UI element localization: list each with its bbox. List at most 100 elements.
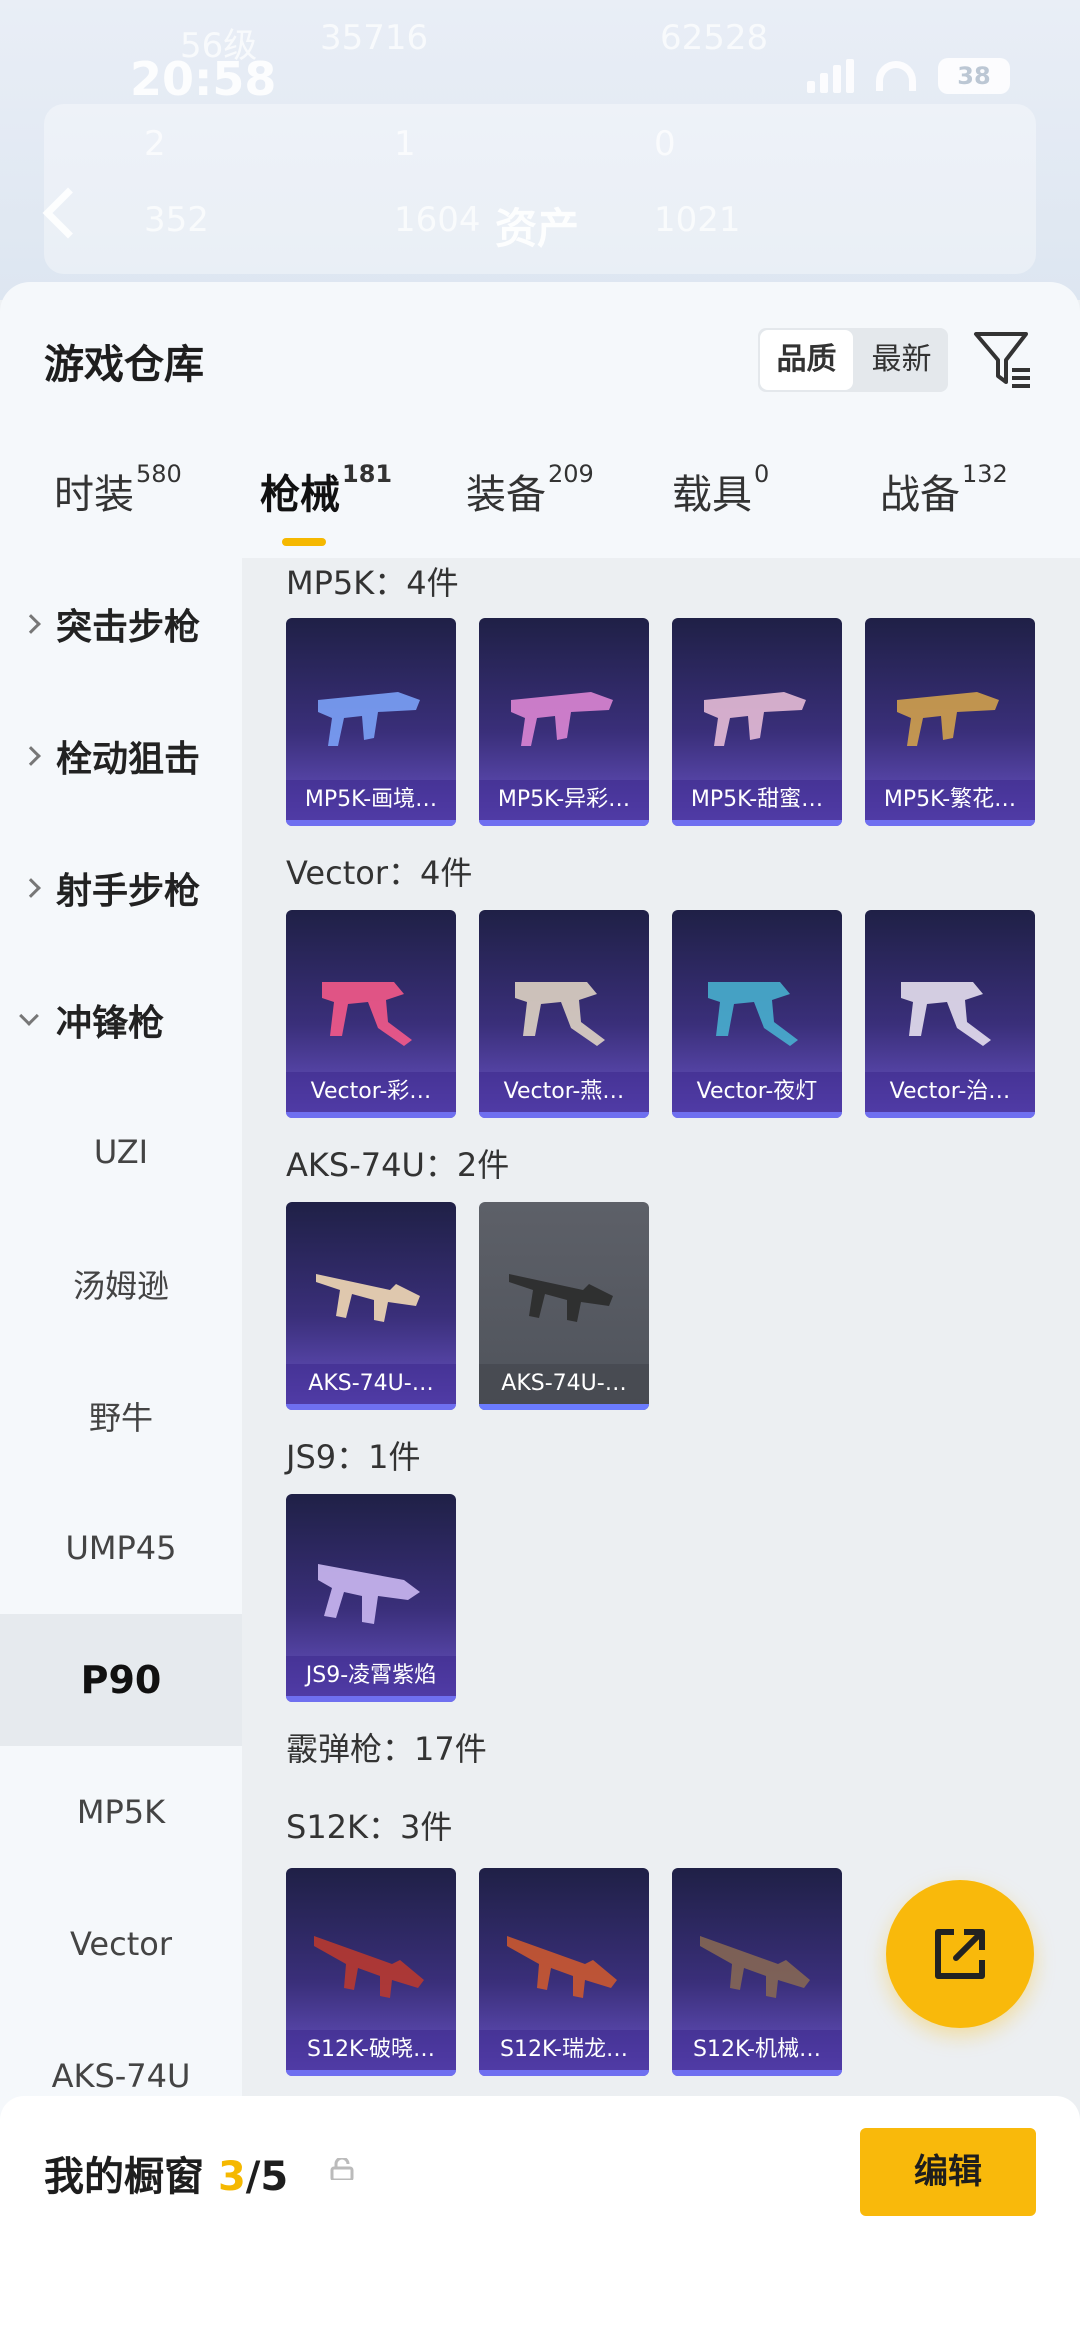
skin-name: AKS-74U-… xyxy=(479,1364,649,1404)
blurred-stat-2: 62528 xyxy=(660,18,769,58)
skin-card[interactable]: Vector-夜灯 xyxy=(672,910,842,1118)
smg-icon xyxy=(511,692,613,746)
skin-card[interactable]: S12K-瑞龙… xyxy=(479,1868,649,2076)
tab-count: 181 xyxy=(342,460,393,488)
rarity-bar xyxy=(672,2070,842,2076)
lock-icon xyxy=(330,2158,354,2180)
nav-thompson[interactable]: 汤姆逊 xyxy=(0,1218,242,1350)
group-title-shotgun: 霰弹枪：17件 xyxy=(286,1730,487,1768)
sheet-title: 游戏仓库 xyxy=(44,342,204,388)
chevron-right-icon xyxy=(21,878,41,898)
page-title: 资产 xyxy=(495,204,580,253)
skin-name: S12K-瑞龙… xyxy=(479,2030,649,2070)
nav-p90[interactable]: P90 xyxy=(0,1614,242,1746)
skin-name: Vector-彩… xyxy=(286,1072,456,1112)
wifi-icon xyxy=(876,61,916,91)
skin-name: Vector-夜灯 xyxy=(672,1072,842,1112)
tab-equipment[interactable]: 装备209 xyxy=(466,460,594,520)
group-title-mp5k: MP5K：4件 xyxy=(286,564,459,602)
sort-quality-button[interactable]: 品质 xyxy=(760,330,853,390)
share-icon xyxy=(935,1929,985,1979)
tab-supplies[interactable]: 战备132 xyxy=(880,460,1008,520)
skin-name: AKS-74U-… xyxy=(286,1364,456,1404)
rarity-bar xyxy=(672,1112,842,1118)
tab-fashion[interactable]: 时装580 xyxy=(54,460,182,520)
nav-bizon[interactable]: 野牛 xyxy=(0,1350,242,1482)
nav-ump45[interactable]: UMP45 xyxy=(0,1482,242,1614)
filter-icon[interactable] xyxy=(972,328,1034,392)
tab-label: 时装 xyxy=(54,472,134,518)
skin-card[interactable]: AKS-74U-… xyxy=(479,1202,649,1410)
skin-card[interactable]: S12K-机械… xyxy=(672,1868,842,2076)
nav-assault-rifle[interactable]: 突击步枪 xyxy=(0,558,242,690)
showcase-title: 我的橱窗 xyxy=(44,2154,204,2200)
nav-label: 栓动狙击 xyxy=(56,739,201,780)
skin-card[interactable]: MP5K-异彩… xyxy=(479,618,649,826)
smg-icon xyxy=(318,692,420,746)
active-tab-indicator xyxy=(282,538,326,546)
skin-card[interactable]: Vector-彩… xyxy=(286,910,456,1118)
nav-label: 突击步枪 xyxy=(56,607,201,648)
status-icons: 38 xyxy=(807,58,1010,94)
rifle-icon xyxy=(509,1274,613,1322)
blurred-f: 1021 xyxy=(654,200,741,240)
nav-label: 射手步枪 xyxy=(56,871,201,912)
skin-card[interactable]: MP5K-画境… xyxy=(286,618,456,826)
skin-name: MP5K-异彩… xyxy=(479,780,649,820)
skin-card[interactable]: S12K-破晓… xyxy=(286,1868,456,2076)
rarity-bar xyxy=(479,2070,649,2076)
blurred-stat-1: 35716 xyxy=(320,18,429,58)
battery-icon: 38 xyxy=(938,58,1010,94)
showcase-bar: 我的橱窗 3/5 编辑 xyxy=(0,2096,1080,2341)
tab-label: 载具 xyxy=(672,472,752,518)
skin-card[interactable]: Vector-燕… xyxy=(479,910,649,1118)
nav-bolt-sniper[interactable]: 栓动狙击 xyxy=(0,690,242,822)
tab-count: 132 xyxy=(962,460,1008,488)
skin-card[interactable]: JS9-凌霄紫焰 xyxy=(286,1494,456,1702)
nav-marksman-rifle[interactable]: 射手步枪 xyxy=(0,822,242,954)
group-title-js9: JS9：1件 xyxy=(286,1438,421,1476)
nav-vector[interactable]: Vector xyxy=(0,1878,242,2010)
nav-smg[interactable]: 冲锋枪 xyxy=(0,954,242,1086)
nav-uzi[interactable]: UZI xyxy=(0,1086,242,1218)
showcase-current: 3 xyxy=(217,2154,246,2200)
blurred-header: 56级 35716 62528 20:58 38 2 1 0 352 1604 … xyxy=(0,0,1080,300)
tab-vehicles[interactable]: 载具0 xyxy=(672,460,769,520)
smg-icon xyxy=(322,982,412,1046)
smg-icon xyxy=(515,982,605,1046)
tab-label: 战备 xyxy=(880,472,960,518)
sort-newest-button[interactable]: 最新 xyxy=(855,328,948,392)
nav-mp5k[interactable]: MP5K xyxy=(0,1746,242,1878)
group-title-s12k: S12K：3件 xyxy=(286,1808,453,1846)
tab-count: 580 xyxy=(136,460,182,488)
tab-label: 装备 xyxy=(466,472,546,518)
showcase-total: /5 xyxy=(245,2154,289,2200)
group-title-aks74u: AKS-74U：2件 xyxy=(286,1146,510,1184)
skin-card[interactable]: Vector-治… xyxy=(865,910,1035,1118)
tab-firearms[interactable]: 枪械181 xyxy=(260,460,393,520)
rarity-bar xyxy=(672,820,842,826)
chevron-down-icon xyxy=(19,1006,39,1026)
edit-button[interactable]: 编辑 xyxy=(860,2128,1036,2216)
signal-icon xyxy=(807,59,854,93)
skin-card[interactable]: MP5K-繁花… xyxy=(865,618,1035,826)
shotgun-icon xyxy=(700,1936,810,1998)
blurred-e: 1604 xyxy=(394,200,481,240)
rarity-bar xyxy=(479,820,649,826)
skin-card[interactable]: MP5K-甜蜜… xyxy=(672,618,842,826)
blurred-d: 352 xyxy=(144,200,209,240)
skin-card[interactable]: AKS-74U-… xyxy=(286,1202,456,1410)
tab-count: 209 xyxy=(548,460,594,488)
shotgun-icon xyxy=(507,1936,617,1998)
smg-icon xyxy=(901,982,991,1046)
rarity-bar xyxy=(865,1112,1035,1118)
rarity-bar xyxy=(286,1696,456,1702)
rarity-bar xyxy=(286,820,456,826)
blurred-a: 2 xyxy=(144,124,166,164)
rarity-bar xyxy=(865,820,1035,826)
share-button[interactable] xyxy=(886,1880,1034,2028)
rarity-bar xyxy=(479,1404,649,1410)
skin-name: Vector-燕… xyxy=(479,1072,649,1112)
chevron-right-icon xyxy=(21,614,41,634)
smg-icon xyxy=(704,692,806,746)
